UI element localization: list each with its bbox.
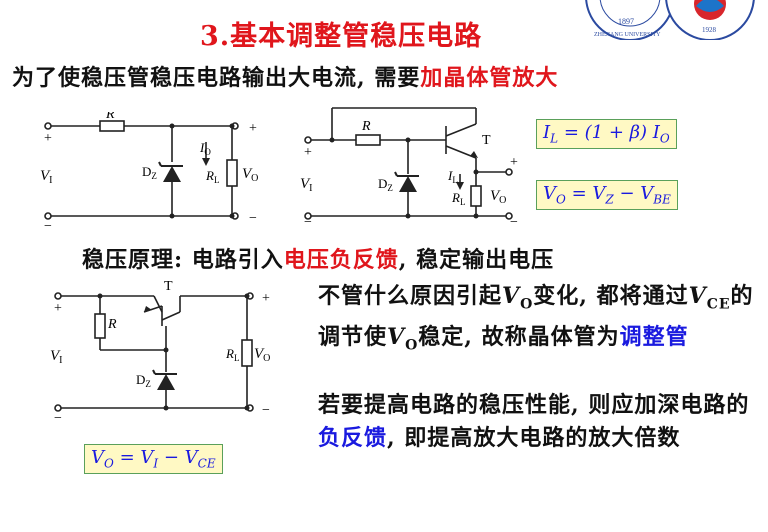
label-vo: VO bbox=[242, 166, 258, 184]
current-arrow-icon bbox=[202, 158, 210, 166]
explanation-feedback: 若要提高电路的稳压性能, 则应加深电路的负反馈, 即提高放大电路的放大倍数 bbox=[318, 392, 750, 451]
minus-sign: − bbox=[304, 215, 312, 228]
transistor-regulator-circuit: + − + − R T VI DZ IL RL VO bbox=[300, 107, 518, 228]
minus-sign: − bbox=[510, 215, 518, 228]
plus-sign: + bbox=[262, 291, 270, 306]
logo-text: ZHEJIANG UNIVERSITY bbox=[594, 32, 661, 38]
explanation-adjust: 不管什么原因引起VO变化, 都将通过VCE的调节使VO稳定, 故称晶体管为调整管 bbox=[318, 283, 754, 354]
page-title: 3.基本调整管稳压电路 bbox=[200, 21, 483, 52]
label-rl: RL bbox=[451, 190, 465, 207]
label-vi: VI bbox=[50, 348, 63, 366]
logo-year-2: 1928 bbox=[702, 26, 717, 34]
label-dz: DZ bbox=[136, 372, 151, 389]
label-vi: VI bbox=[40, 168, 53, 186]
label-r: R bbox=[107, 317, 117, 332]
plus-sign: + bbox=[304, 145, 312, 160]
label-dz: DZ bbox=[378, 176, 393, 193]
negative-feedback-term: 负反馈 bbox=[318, 425, 388, 451]
formula-il: IL = (1 + β) IO bbox=[536, 119, 677, 149]
label-vo: VO bbox=[490, 188, 506, 206]
plus-sign: + bbox=[44, 131, 52, 146]
formula-vo-vz: VO = VZ − VBE bbox=[536, 180, 678, 210]
intro-before: 为了使稳压管稳压电路输出大电流, 需要 bbox=[12, 65, 421, 91]
plus-sign: + bbox=[249, 121, 257, 136]
zener-diode-icon bbox=[158, 161, 183, 182]
principle-after: , 稳定输出电压 bbox=[398, 247, 555, 273]
label-r: R bbox=[105, 112, 115, 122]
principle-highlight: 电压负反馈 bbox=[283, 247, 399, 273]
label-il: IL bbox=[447, 168, 458, 185]
minus-sign: − bbox=[54, 411, 62, 424]
second-logo: 1928 bbox=[665, 0, 755, 40]
label-vi: VI bbox=[300, 176, 313, 194]
formula-vo-vi: VO = VI − VCE bbox=[84, 444, 223, 474]
intro-text: 为了使稳压管稳压电路输出大电流, 需要加晶体管放大 bbox=[12, 60, 558, 92]
intro-highlight: 加晶体管放大 bbox=[420, 65, 559, 91]
zener-regulator-circuit: + − + − R VI DZ IO RL VO bbox=[40, 112, 258, 228]
minus-sign: − bbox=[44, 219, 52, 228]
adjust-transistor-term: 调整管 bbox=[619, 324, 689, 351]
label-rl: RL bbox=[205, 168, 219, 185]
label-t: T bbox=[164, 279, 173, 294]
minus-sign: − bbox=[262, 403, 270, 418]
label-io: IO bbox=[199, 140, 211, 157]
adjust-transistor-circuit: + − + − T R VI DZ RL VO bbox=[50, 279, 270, 424]
university-logos: 1897 ZHEJIANG UNIVERSITY 1928 bbox=[585, 0, 755, 40]
zener-diode-icon bbox=[152, 369, 177, 390]
logo-year: 1897 bbox=[618, 17, 634, 26]
label-t: T bbox=[482, 133, 491, 148]
plus-sign: + bbox=[510, 155, 518, 170]
label-rl: RL bbox=[225, 346, 239, 363]
label-r: R bbox=[361, 119, 371, 134]
zener-diode-icon bbox=[394, 171, 419, 192]
minus-sign: − bbox=[249, 211, 257, 226]
principle-text: 稳压原理: 电路引入电压负反馈, 稳定输出电压 bbox=[82, 242, 554, 274]
label-dz: DZ bbox=[142, 164, 157, 181]
plus-sign: + bbox=[54, 301, 62, 316]
label-vo: VO bbox=[254, 346, 270, 364]
principle-before: 稳压原理: 电路引入 bbox=[82, 247, 284, 273]
zju-logo: 1897 ZHEJIANG UNIVERSITY bbox=[585, 0, 675, 40]
emitter-arrow-icon bbox=[470, 151, 478, 158]
